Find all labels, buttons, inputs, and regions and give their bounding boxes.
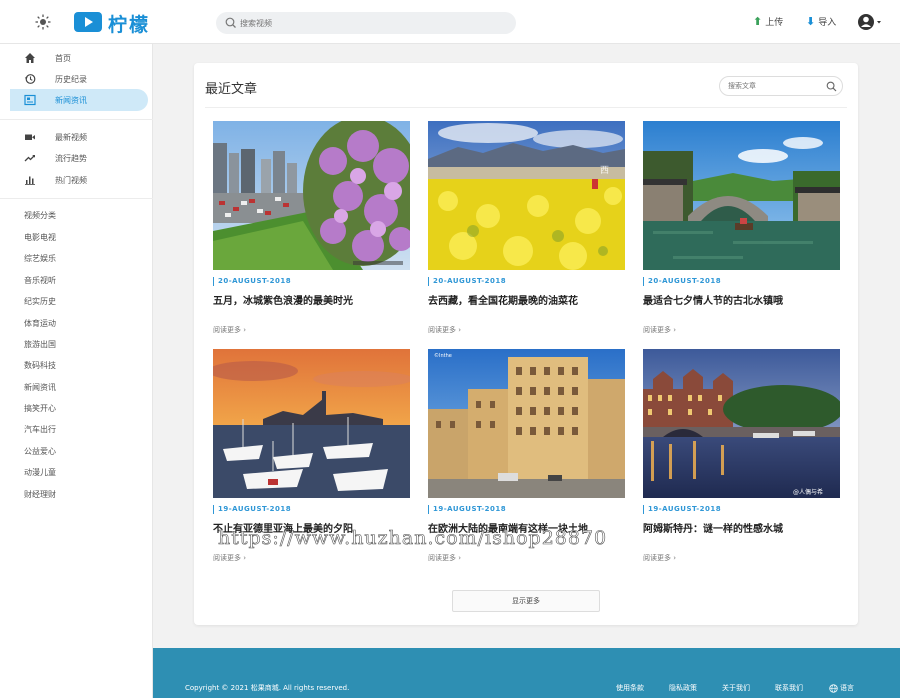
article-image[interactable]: @人偶与希 xyxy=(643,349,840,498)
logo-play-icon[interactable] xyxy=(74,12,102,32)
sidebar-item-news[interactable]: 新闻资讯 xyxy=(10,89,148,111)
article-search[interactable] xyxy=(719,76,843,96)
import-button[interactable]: ⬇ 导入 xyxy=(806,14,837,29)
sidebar-item-label: 最新视频 xyxy=(55,132,87,142)
sidebar-divider xyxy=(0,198,153,199)
page-title: 最近文章 xyxy=(205,82,258,97)
category-item[interactable]: 电影电视 xyxy=(24,232,56,243)
category-item[interactable]: 体育运动 xyxy=(24,318,56,329)
sidebar-divider xyxy=(0,119,153,120)
category-title: 视频分类 xyxy=(24,211,56,220)
article-title[interactable]: 最适合七夕情人节的古北水镇哦 xyxy=(643,292,840,307)
sidebar-item-latest-video[interactable]: 最新视频 xyxy=(10,126,148,148)
trending-icon xyxy=(24,155,35,162)
sidebar-item-home[interactable]: 首页 xyxy=(10,47,148,69)
video-camera-icon xyxy=(25,134,35,140)
sidebar-item-label: 流行趋势 xyxy=(55,153,87,163)
sidebar-item-label: 热门视频 xyxy=(55,175,87,185)
upload-button[interactable]: ⬆ 上传 xyxy=(753,14,784,29)
article-card[interactable]: 19-AUGUST-2018 不止有亚德里亚海上最美的夕阳 阅读更多 › xyxy=(213,349,410,563)
article-title[interactable]: 五月，冰城紫色浪漫的最美时光 xyxy=(213,292,410,307)
news-icon xyxy=(24,94,36,106)
footer-link-about[interactable]: 关于我们 xyxy=(722,683,750,693)
footer-link-terms[interactable]: 使用条款 xyxy=(616,683,644,693)
article-title[interactable]: 去西藏，看全国花期最晚的油菜花 xyxy=(428,292,625,307)
category-item[interactable]: 动漫儿童 xyxy=(24,467,56,478)
category-item[interactable]: 财经理财 xyxy=(24,489,56,500)
article-title[interactable]: 阿姆斯特丹：谜一样的性感水城 xyxy=(643,520,840,535)
article-date: 19-AUGUST-2018 xyxy=(213,505,410,514)
article-title[interactable]: 在欧洲大陆的最南端有这样一块土地 xyxy=(428,520,625,535)
footer: Copyright © 2021 松果商城. All rights reserv… xyxy=(153,648,900,698)
import-label: 导入 xyxy=(818,18,837,28)
article-image[interactable] xyxy=(643,121,840,270)
category-item[interactable]: 综艺娱乐 xyxy=(24,253,56,264)
user-avatar-icon[interactable] xyxy=(856,12,884,32)
home-icon xyxy=(25,53,35,63)
article-search-input[interactable] xyxy=(728,80,818,92)
language-label: 语言 xyxy=(840,684,854,692)
upload-label: 上传 xyxy=(765,18,784,28)
bar-chart-icon xyxy=(25,176,35,185)
globe-icon xyxy=(829,683,838,693)
search-icon[interactable] xyxy=(224,16,238,30)
category-item[interactable]: 音乐视听 xyxy=(24,275,56,286)
sidebar-item-label: 历史纪录 xyxy=(55,74,87,84)
top-header: 柠檬 ⬆ 上传 ⬇ 导入 xyxy=(0,0,900,44)
sidebar: 首页 历史纪录 新闻资讯 最新视频 流行趋势 热门视频 视频分类 电影电视 综艺… xyxy=(0,44,153,698)
article-card[interactable]: @人偶与希 19-AUGUST-2018 阿姆斯特丹：谜一样的性感水城 阅读更多… xyxy=(643,349,840,563)
category-item[interactable]: 新闻资讯 xyxy=(24,382,56,393)
logo-text[interactable]: 柠檬 xyxy=(108,10,150,37)
footer-link-contact[interactable]: 联系我们 xyxy=(775,683,803,693)
header-search[interactable] xyxy=(216,12,516,34)
sidebar-item-trending[interactable]: 流行趋势 xyxy=(10,147,148,169)
article-image[interactable] xyxy=(213,121,410,270)
read-more-link[interactable]: 阅读更多 › xyxy=(643,325,840,335)
read-more-link[interactable]: 阅读更多 › xyxy=(643,553,840,563)
category-item[interactable]: 公益爱心 xyxy=(24,446,56,457)
sidebar-item-history[interactable]: 历史纪录 xyxy=(10,68,148,90)
article-image[interactable]: ©Inthe xyxy=(428,349,625,498)
read-more-link[interactable]: 阅读更多 › xyxy=(213,325,410,335)
history-icon xyxy=(24,74,36,84)
article-title[interactable]: 不止有亚德里亚海上最美的夕阳 xyxy=(213,520,410,535)
read-more-link[interactable]: 阅读更多 › xyxy=(213,553,410,563)
footer-language-button[interactable]: 语言 xyxy=(829,683,854,693)
category-item[interactable]: 数码科技 xyxy=(24,360,56,371)
upload-icon: ⬆ xyxy=(753,14,763,28)
article-card[interactable]: 20-AUGUST-2018 五月，冰城紫色浪漫的最美时光 阅读更多 › xyxy=(213,121,410,335)
category-item[interactable]: 汽车出行 xyxy=(24,424,56,435)
svg-text:©Inthe: ©Inthe xyxy=(434,352,452,359)
article-image[interactable] xyxy=(213,349,410,498)
sidebar-item-hot-video[interactable]: 热门视频 xyxy=(10,169,148,191)
sun-icon[interactable] xyxy=(35,14,51,30)
search-input[interactable] xyxy=(240,15,500,31)
category-item[interactable]: 旅游出国 xyxy=(24,339,56,350)
category-item[interactable]: 纪实历史 xyxy=(24,296,56,307)
svg-text:@人偶与希: @人偶与希 xyxy=(793,488,823,496)
copyright-text: Copyright © 2021 松果商城. All rights reserv… xyxy=(185,684,350,692)
article-date: 19-AUGUST-2018 xyxy=(643,505,840,514)
read-more-link[interactable]: 阅读更多 › xyxy=(428,325,625,335)
article-date: 20-AUGUST-2018 xyxy=(428,277,625,286)
article-date: 19-AUGUST-2018 xyxy=(428,505,625,514)
article-card[interactable]: 西 20-AUGUST-2018 去西藏，看全国花期最晚的油菜花 阅读更多 › xyxy=(428,121,625,335)
search-icon[interactable] xyxy=(826,81,837,92)
download-icon: ⬇ xyxy=(806,14,816,28)
footer-link-privacy[interactable]: 隐私政策 xyxy=(669,683,697,693)
article-image[interactable]: 西 xyxy=(428,121,625,270)
title-divider xyxy=(205,107,847,108)
category-item[interactable]: 搞笑开心 xyxy=(24,403,56,414)
article-date: 20-AUGUST-2018 xyxy=(643,277,840,286)
read-more-link[interactable]: 阅读更多 › xyxy=(428,553,625,563)
svg-text:西: 西 xyxy=(600,165,609,176)
sidebar-item-label: 首页 xyxy=(55,53,71,63)
sidebar-item-label: 新闻资讯 xyxy=(55,95,87,105)
show-more-button[interactable]: 显示更多 xyxy=(452,590,600,612)
article-card[interactable]: ©Inthe 19-AUGUST-2018 在欧洲大陆的最南端有这样一块土地 阅… xyxy=(428,349,625,563)
article-date: 20-AUGUST-2018 xyxy=(213,277,410,286)
article-card[interactable]: 20-AUGUST-2018 最适合七夕情人节的古北水镇哦 阅读更多 › xyxy=(643,121,840,335)
recent-articles-card: 最近文章 20-AUGUST-2018 五月，冰城紫色浪漫的最美时光 xyxy=(194,63,858,625)
